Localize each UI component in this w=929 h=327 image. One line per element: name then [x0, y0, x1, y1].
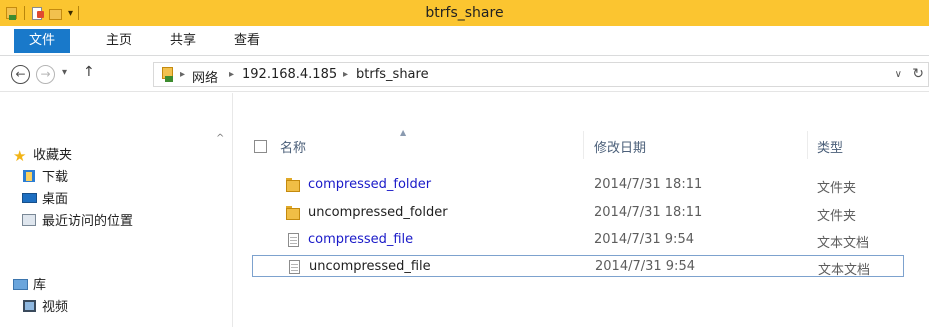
breadcrumb-network[interactable]: 网络 [192, 67, 218, 86]
file-modified: 2014/7/31 18:11 [594, 177, 703, 192]
file-type: 文件夹 [817, 209, 857, 224]
nav-item-desktop[interactable]: 桌面 [22, 189, 68, 211]
navigation-bar: ← → ▾ ↑ ▸ 网络 ▸ 192.168.4.185 ▸ btrfs_sha… [0, 57, 929, 92]
column-header-type[interactable]: 类型 [817, 137, 843, 156]
nav-libraries-label: 库 [33, 278, 47, 293]
quick-access-toolbar: ▾ [4, 4, 81, 22]
folder-icon [286, 178, 301, 193]
text-file-icon [286, 233, 301, 248]
nav-favorites-label: 收藏夹 [33, 148, 73, 163]
tab-home[interactable]: 主页 [94, 29, 144, 53]
back-button[interactable]: ← [11, 65, 30, 84]
file-list: ▲ 名称 修改日期 类型 compressed_folder 2014/7/31… [234, 93, 929, 327]
window-title: btrfs_share [425, 5, 504, 21]
folder-up-icon[interactable] [4, 6, 19, 21]
nav-item-recent-places[interactable]: 最近访问的位置 [22, 211, 133, 233]
breadcrumb-host[interactable]: 192.168.4.185 [242, 67, 337, 82]
tab-file[interactable]: 文件 [14, 29, 70, 53]
file-type: 文本文档 [817, 236, 870, 251]
library-icon [13, 277, 29, 291]
file-name: uncompressed_file [309, 259, 431, 274]
address-dropdown-icon[interactable]: ∨ [895, 69, 902, 80]
file-name: uncompressed_folder [308, 205, 448, 220]
nav-item-label: 最近访问的位置 [42, 214, 134, 229]
tab-share[interactable]: 共享 [158, 29, 208, 53]
sort-ascending-icon: ▲ [400, 128, 407, 137]
file-name: compressed_file [308, 232, 414, 247]
column-divider[interactable] [583, 131, 584, 159]
breadcrumb-separator-icon[interactable]: ▸ [229, 69, 234, 80]
file-modified: 2014/7/31 9:54 [594, 232, 694, 247]
file-modified: 2014/7/31 9:54 [595, 259, 695, 274]
column-header-name[interactable]: 名称 [280, 137, 306, 156]
file-modified: 2014/7/31 18:11 [594, 205, 703, 220]
recent-places-icon [22, 213, 38, 227]
new-document-icon[interactable] [30, 6, 45, 21]
location-icon [160, 67, 176, 83]
toolbar-separator [78, 6, 80, 20]
nav-item-label: 桌面 [42, 192, 69, 207]
customize-dropdown-icon[interactable]: ▾ [68, 8, 73, 19]
file-row[interactable]: compressed_file 2014/7/31 9:54 文本文档 [252, 229, 904, 251]
star-icon: ★ [13, 147, 27, 165]
nav-item-downloads[interactable]: 下载 [22, 167, 68, 189]
nav-libraries[interactable]: 库 [13, 275, 46, 297]
video-icon [22, 299, 38, 313]
forward-button[interactable]: → [36, 65, 55, 84]
breadcrumb-separator-icon[interactable]: ▸ [180, 69, 185, 80]
scroll-up-icon[interactable]: ^ [216, 133, 224, 144]
file-row[interactable]: uncompressed_folder 2014/7/31 18:11 文件夹 [252, 202, 904, 224]
new-folder-icon[interactable] [48, 6, 63, 21]
recent-locations-dropdown-icon[interactable]: ▾ [62, 67, 67, 78]
select-all-checkbox[interactable] [254, 140, 267, 153]
ribbon-tabs: 文件 主页 共享 查看 [0, 26, 929, 56]
address-bar[interactable]: ▸ 网络 ▸ 192.168.4.185 ▸ btrfs_share ∨ ↻ [153, 62, 929, 87]
downloads-icon [22, 169, 38, 183]
column-header-modified[interactable]: 修改日期 [594, 137, 646, 156]
nav-item-label: 下载 [42, 170, 69, 185]
refresh-icon[interactable]: ↻ [912, 66, 924, 82]
desktop-icon [22, 191, 38, 205]
file-type: 文件夹 [817, 181, 857, 196]
up-button[interactable]: ↑ [83, 64, 95, 80]
file-type: 文本文档 [818, 263, 871, 278]
breadcrumb-share[interactable]: btrfs_share [356, 67, 429, 82]
file-row-focused[interactable]: uncompressed_file 2014/7/31 9:54 文本文档 [252, 255, 904, 278]
toolbar-separator [24, 6, 25, 20]
title-bar: btrfs_share ▾ [0, 0, 929, 26]
breadcrumb-separator-icon[interactable]: ▸ [343, 69, 348, 80]
navigation-pane: ^ ★ 收藏夹 下载 桌面 最近访问的位置 库 视频 [0, 93, 233, 327]
tab-view[interactable]: 查看 [222, 29, 272, 53]
nav-item-label: 视频 [42, 300, 69, 315]
folder-icon [286, 206, 301, 221]
nav-item-videos[interactable]: 视频 [22, 297, 68, 319]
file-name: compressed_folder [308, 177, 432, 192]
text-file-icon [287, 260, 302, 275]
file-row[interactable]: compressed_folder 2014/7/31 18:11 文件夹 [252, 174, 904, 196]
nav-favorites[interactable]: ★ 收藏夹 [13, 145, 72, 167]
column-divider[interactable] [807, 131, 808, 159]
